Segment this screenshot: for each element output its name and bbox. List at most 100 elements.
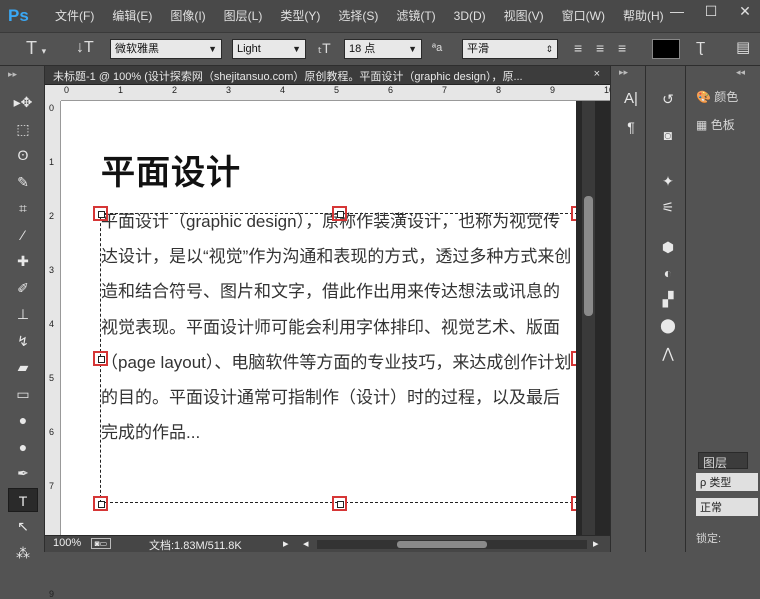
type-icon[interactable]: T: [8, 487, 38, 512]
panel-collapse-icon[interactable]: ◂◂: [736, 67, 745, 78]
handle-middle-right[interactable]: [571, 351, 576, 366]
menu-bar: Ps 文件(F) 编辑(E) 图像(I) 图层(L) 类型(Y) 选择(S) 滤镜(T) 3D…: [0, 0, 760, 32]
ruler-top-label: 8: [496, 85, 502, 95]
properties-icon[interactable]: ◙: [656, 124, 680, 146]
pen-icon[interactable]: ✒: [8, 461, 38, 485]
type-tool-preset-icon[interactable]: T ▾: [26, 39, 66, 59]
text-orientation-icon[interactable]: ↓T: [76, 39, 100, 59]
handle-bottom-left[interactable]: [93, 496, 108, 511]
export-icon[interactable]: ◙▭: [91, 538, 111, 549]
font-size-select[interactable]: 18 点 ▼: [344, 39, 422, 59]
status-bar: 100% ◙▭ 文档:1.83M/511.8K ▸ ◂ ▸: [45, 535, 610, 552]
history-icon[interactable]: ↺: [656, 88, 680, 110]
menu-item-5[interactable]: 选择(S): [329, 0, 387, 32]
ruler-top-label: 9: [550, 85, 556, 95]
layer-kind-filter[interactable]: ρ 类型: [696, 473, 758, 491]
ruler-top-label: 4: [280, 85, 286, 95]
layers-tab[interactable]: 图层: [698, 452, 748, 470]
antialias-select[interactable]: 平滑 ⇕: [462, 39, 558, 59]
menu-item-4[interactable]: 类型(Y): [271, 0, 329, 32]
marquee-icon[interactable]: ⬚: [8, 117, 38, 141]
crop-icon[interactable]: ⌗: [8, 196, 38, 220]
ruler-left-label: 7: [49, 481, 55, 491]
move-icon[interactable]: ▸✥: [8, 90, 38, 114]
menu-item-2[interactable]: 图像(I): [161, 0, 214, 32]
healing-icon[interactable]: ✚: [8, 249, 38, 273]
handle-middle-left[interactable]: [93, 351, 108, 366]
expand-icon[interactable]: ▸▸: [619, 67, 628, 78]
eyedropper-icon[interactable]: ⁄: [8, 223, 38, 247]
blur-icon[interactable]: ●: [8, 408, 38, 432]
menu-item-3[interactable]: 图层(L): [215, 0, 272, 32]
menu-item-9[interactable]: 窗口(W): [553, 0, 614, 32]
handle-top-right[interactable]: [571, 206, 576, 221]
3d-panel-icon[interactable]: ⬢: [656, 236, 680, 258]
close-tab-icon[interactable]: ×: [594, 68, 600, 80]
blend-mode-select[interactable]: 正常: [696, 498, 758, 516]
eraser-icon[interactable]: ▰: [8, 355, 38, 379]
lasso-icon[interactable]: ʘ: [8, 143, 38, 167]
paths-icon[interactable]: ⋀: [656, 342, 680, 364]
vertical-scrollbar[interactable]: [582, 101, 595, 535]
font-style-select[interactable]: Light ▼: [232, 39, 306, 59]
stamp-icon[interactable]: ⊥: [8, 302, 38, 326]
ruler-left-label: 0: [49, 103, 55, 113]
zoom-level[interactable]: 100%: [53, 537, 81, 549]
vertical-ruler[interactable]: 0123456789: [45, 101, 61, 599]
history-brush-icon[interactable]: ↯: [8, 329, 38, 353]
ruler-left-label: 3: [49, 265, 55, 275]
swatches-panel-item[interactable]: ▦ 色板: [696, 116, 735, 133]
path-select-icon[interactable]: ↖: [8, 514, 38, 538]
scroll-right-arrow-icon[interactable]: ▸: [593, 537, 599, 550]
dodge-icon[interactable]: ●: [8, 435, 38, 459]
align-left-icon[interactable]: ≡: [574, 39, 588, 59]
channels-icon[interactable]: ⬤: [656, 314, 680, 336]
paragraph-panel-icon[interactable]: ¶: [619, 116, 643, 138]
align-center-icon[interactable]: ≡: [596, 39, 610, 59]
ruler-origin[interactable]: [45, 85, 61, 101]
brush-icon[interactable]: ✐: [8, 276, 38, 300]
brush-preset-icon[interactable]: ✦: [656, 170, 680, 192]
canvas[interactable]: 平面设计 平面设计（graphic design），原称作装潢设计，也称为视觉传…: [61, 101, 576, 535]
styles-icon[interactable]: ▞: [656, 288, 680, 310]
menu-item-0[interactable]: 文件(F): [46, 0, 103, 32]
document-tab[interactable]: 未标题-1 @ 100% (设计探索网（shejitansuo.com）原创教程…: [45, 66, 610, 85]
font-size-icon: ₜT: [318, 40, 331, 56]
menu-item-1[interactable]: 编辑(E): [103, 0, 161, 32]
quick-select-icon[interactable]: ✎: [8, 170, 38, 194]
collapse-icon[interactable]: ▸▸: [8, 69, 17, 80]
handle-top-left[interactable]: [93, 206, 108, 221]
warp-text-icon[interactable]: Ʈ: [696, 39, 716, 59]
text-color-swatch[interactable]: [652, 39, 680, 59]
menu-item-6[interactable]: 滤镜(T): [387, 0, 444, 32]
menu-item-8[interactable]: 视图(V): [495, 0, 553, 32]
h-scroll-thumb[interactable]: [397, 541, 487, 548]
brush-panel-icon[interactable]: ⚟: [656, 196, 680, 218]
gradient-icon[interactable]: ▭: [8, 382, 38, 406]
align-right-icon[interactable]: ≡: [618, 39, 632, 59]
character-panel-toggle-icon[interactable]: ▤: [736, 39, 756, 59]
character-panel-icon[interactable]: A|: [619, 88, 643, 110]
horizontal-ruler[interactable]: 0 1 2 3 4 5 6 7 8 9 10: [61, 85, 614, 101]
menu-item-7[interactable]: 3D(D): [445, 0, 495, 32]
ruler-left-label: 5: [49, 373, 55, 383]
close-window-button[interactable]: ✕: [728, 0, 760, 22]
scroll-thumb[interactable]: [584, 196, 593, 316]
ruler-top-label: 7: [442, 85, 448, 95]
palette-icon: 🎨: [696, 90, 711, 104]
color-panel-item[interactable]: 🎨 颜色: [696, 88, 738, 105]
handle-top-center[interactable]: [332, 206, 347, 221]
shape-icon[interactable]: ⁂: [8, 541, 38, 565]
restore-button[interactable]: ☐: [694, 0, 728, 22]
font-family-select[interactable]: 微软雅黑 ▼: [110, 39, 222, 59]
status-menu-arrow-icon[interactable]: ▸: [283, 537, 289, 550]
adjustments-icon[interactable]: ◐: [656, 262, 680, 284]
handle-bottom-right[interactable]: [571, 496, 576, 511]
swatches-panel-label: 色板: [710, 118, 735, 132]
handle-bottom-center[interactable]: [332, 496, 347, 511]
scroll-left-arrow-icon[interactable]: ◂: [303, 537, 309, 550]
minimize-button[interactable]: —: [660, 0, 694, 22]
canvas-paragraph[interactable]: 平面设计（graphic design），原称作装潢设计，也称为视觉传达设计，是…: [101, 204, 576, 450]
horizontal-scrollbar[interactable]: [317, 540, 587, 549]
canvas-heading[interactable]: 平面设计: [101, 145, 241, 194]
